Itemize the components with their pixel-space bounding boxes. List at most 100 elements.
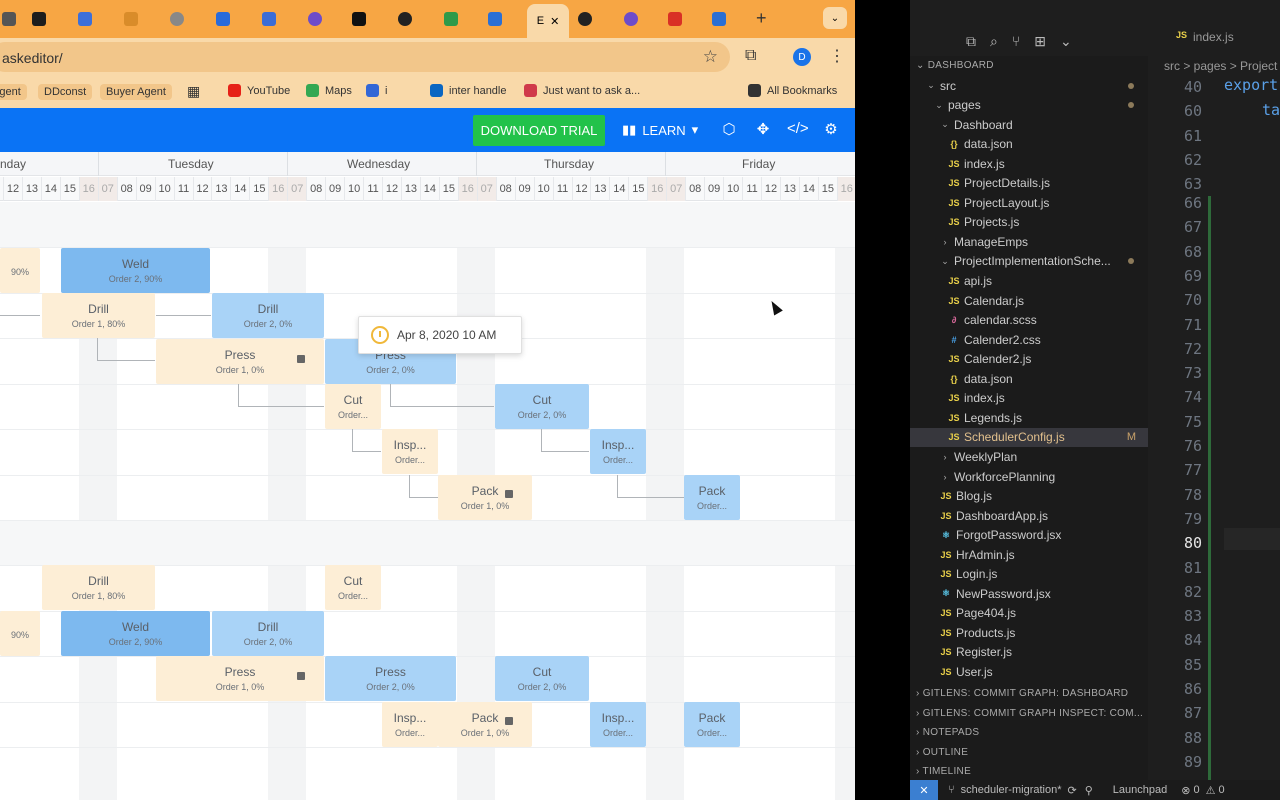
event-bar[interactable]: Pack Order... — [684, 475, 740, 520]
tab[interactable] — [488, 6, 502, 32]
tab[interactable] — [124, 6, 138, 32]
bookmark-item[interactable]: Agent — [0, 84, 27, 100]
tree-item[interactable]: JS index.js — [910, 154, 1148, 173]
new-tab-button[interactable]: + — [756, 8, 767, 29]
tab-search-button[interactable]: ⌄ — [823, 7, 847, 29]
tab[interactable] — [444, 6, 458, 32]
tree-item[interactable]: JS ProjectDetails.js — [910, 174, 1148, 193]
code-text[interactable]: export — [1224, 76, 1278, 94]
event-bar[interactable]: 90% — [0, 611, 40, 656]
tree-item[interactable]: ⌄ Dashboard — [910, 115, 1148, 134]
explorer-section-title[interactable]: ⌄ DASHBOARD — [916, 60, 994, 71]
learn-menu[interactable]: ▮▮ LEARN ▾ — [622, 122, 698, 138]
profile-avatar[interactable]: D — [793, 48, 811, 66]
tree-item[interactable]: ∂ calendar.scss — [910, 311, 1148, 330]
tab[interactable] — [712, 6, 726, 32]
tree-item[interactable]: ⌄ ProjectImplementationSche... — [910, 252, 1148, 271]
branch-name[interactable]: scheduler-migration* — [961, 784, 1062, 796]
theme-icon[interactable]: ⬡ — [719, 120, 739, 138]
event-bar[interactable]: Drill Order 2, 0% — [212, 293, 324, 338]
event-bar[interactable]: Insp... Order... — [590, 429, 646, 474]
bookmark-item[interactable]: DDconst — [38, 84, 93, 100]
code-icon[interactable]: </> — [787, 120, 809, 137]
event-bar[interactable]: Press Order 2, 0% — [325, 656, 456, 701]
remote-indicator-icon[interactable]: ✕ — [910, 780, 938, 800]
bookmark-item[interactable]: inter handle — [430, 84, 507, 97]
bookmark-item[interactable]: All Bookmarks — [748, 84, 837, 97]
event-bar[interactable]: Cut Order... — [325, 384, 381, 429]
settings-gear-icon[interactable]: ⚙ — [821, 120, 841, 138]
problems-count[interactable]: 0 — [1193, 784, 1199, 796]
tree-item[interactable]: JS index.js — [910, 389, 1148, 408]
tree-item[interactable]: JS Login.js — [910, 565, 1148, 584]
scheduler-grid[interactable]: 90% Weld Order 2, 90% Drill Order 1, 80% Dril… — [0, 202, 855, 800]
tab[interactable] — [352, 6, 366, 32]
tree-item[interactable]: JS Projects.js — [910, 213, 1148, 232]
event-bar[interactable]: Weld Order 2, 90% — [61, 248, 210, 293]
extensions-icon[interactable]: ⧉ — [745, 47, 756, 65]
bookmark-item[interactable]: Buyer Agent — [100, 84, 172, 100]
breadcrumb[interactable]: src > pages > Project — [1164, 59, 1277, 73]
tab[interactable] — [78, 6, 92, 32]
launchpad-label[interactable]: Launchpad — [1113, 784, 1167, 796]
tab[interactable] — [262, 6, 276, 32]
tab[interactable] — [308, 6, 322, 32]
event-bar[interactable]: Pack Order... — [684, 702, 740, 747]
chevron-down-icon[interactable]: ⌄ — [1060, 33, 1072, 50]
tree-item[interactable]: JS api.js — [910, 272, 1148, 291]
sidebar-section-header[interactable]: › NOTEPADS — [916, 727, 979, 738]
tree-item[interactable]: # Calender2.css — [910, 330, 1148, 349]
tree-item[interactable]: ⌄ src — [910, 76, 1148, 95]
move-icon[interactable]: ✥ — [753, 120, 773, 138]
sidebar-section-header[interactable]: › TIMELINE — [916, 766, 971, 777]
browser-menu-icon[interactable]: ⋮ — [829, 46, 845, 66]
event-bar[interactable]: Cut Order 2, 0% — [495, 384, 589, 429]
extensions-icon[interactable]: ⊞ — [1034, 33, 1046, 50]
sidebar-section-header[interactable]: › GITLENS: COMMIT GRAPH INSPECT: COM... — [916, 708, 1143, 719]
event-bar[interactable]: Drill Order 1, 80% — [42, 293, 155, 338]
tree-item[interactable]: JS DashboardApp.js — [910, 506, 1148, 525]
event-bar[interactable]: Cut Order... — [325, 565, 381, 610]
tree-item[interactable]: {} data.json — [910, 135, 1148, 154]
tab[interactable] — [32, 6, 46, 32]
event-bar[interactable]: Insp... Order... — [382, 702, 438, 747]
event-bar[interactable]: Drill Order 1, 80% — [42, 565, 155, 610]
tab[interactable] — [398, 6, 412, 32]
code-text[interactable]: ta — [1262, 101, 1280, 119]
explorer-icon[interactable]: ⧉ — [966, 33, 976, 50]
editor-tab[interactable]: JS index.js — [1176, 30, 1234, 44]
note-icon[interactable] — [297, 672, 305, 680]
tree-item[interactable]: JS Blog.js — [910, 487, 1148, 506]
sync-icon[interactable]: ⟳ — [1068, 784, 1077, 797]
tree-item[interactable]: JS ProjectLayout.js — [910, 193, 1148, 212]
tab[interactable] — [2, 6, 16, 32]
bookmark-item[interactable]: Just want to ask a... — [524, 84, 640, 97]
tree-item[interactable]: JS SchedulerConfig.js M — [910, 427, 1148, 447]
tab[interactable] — [170, 6, 184, 32]
download-trial-button[interactable]: DOWNLOAD TRIAL — [473, 115, 605, 146]
event-bar[interactable]: Weld Order 2, 90% — [61, 611, 210, 656]
tree-item[interactable]: › WeeklyPlan — [910, 447, 1148, 466]
event-bar[interactable]: Insp... Order... — [382, 429, 438, 474]
tree-item[interactable]: JS Register.js — [910, 643, 1148, 662]
tab[interactable] — [668, 6, 682, 32]
event-bar[interactable]: Pack Order 1, 0% — [438, 702, 532, 747]
bookmark-item[interactable]: i — [366, 84, 387, 97]
tree-item[interactable]: JS Page404.js — [910, 604, 1148, 623]
tab[interactable] — [624, 6, 638, 32]
tree-item[interactable]: JS Legends.js — [910, 408, 1148, 427]
address-bar[interactable]: askeditor/ ☆ — [0, 42, 730, 72]
apps-grid-icon[interactable]: ▦ — [187, 83, 200, 100]
tree-item[interactable]: {} data.json — [910, 369, 1148, 388]
note-icon[interactable] — [297, 355, 305, 363]
event-bar[interactable]: Drill Order 2, 0% — [212, 611, 324, 656]
event-bar[interactable]: Cut Order 2, 0% — [495, 656, 589, 701]
tree-item[interactable]: › WorkforcePlanning — [910, 467, 1148, 486]
tree-item[interactable]: › ManageEmps — [910, 232, 1148, 251]
bookmark-item[interactable]: YouTube — [228, 84, 290, 97]
bookmark-star-icon[interactable]: ☆ — [703, 47, 718, 67]
tree-item[interactable]: ⌄ pages — [910, 96, 1148, 115]
tree-item[interactable]: JS Products.js — [910, 623, 1148, 642]
warnings-count[interactable]: 0 — [1218, 784, 1224, 796]
sidebar-section-header[interactable]: › OUTLINE — [916, 747, 968, 758]
